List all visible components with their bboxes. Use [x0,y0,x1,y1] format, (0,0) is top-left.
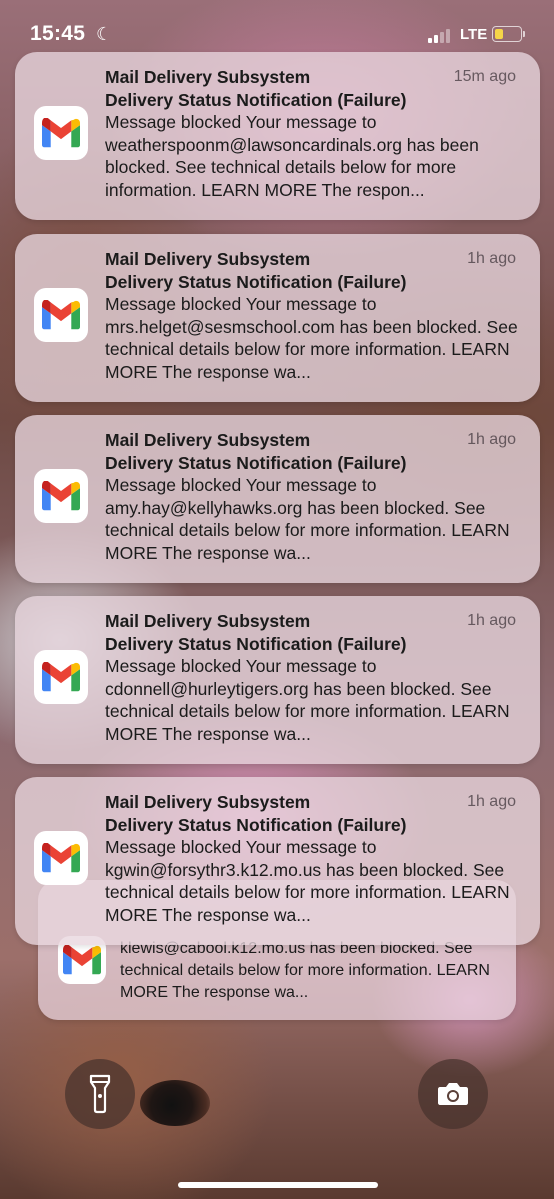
home-indicator[interactable] [178,1182,378,1188]
camera-icon [438,1083,468,1105]
notification-body: Message blocked Your message to weathers… [105,112,479,200]
notification-sender: Mail Delivery Subsystem [105,67,311,87]
notification-subject: Delivery Status Notification (Failure) [105,633,407,654]
network-type: LTE [460,26,488,43]
status-bar: 15:45 ☾ LTE [0,0,554,60]
moon-icon: ☾ [96,24,113,44]
notification-sender: Mail Delivery Subsystem [105,430,311,450]
notification-subject: Delivery Status Notification (Failure) [105,89,407,110]
gmail-icon [42,481,80,511]
flashlight-icon [89,1074,111,1114]
gmail-icon [42,118,80,148]
gmail-app-icon [34,831,88,885]
notification-card[interactable]: 15m ago Mail Delivery Subsystem Delivery… [15,52,540,220]
notification-body: Message blocked Your message to amy.hay@… [105,475,510,563]
notification-sender: Mail Delivery Subsystem [105,249,311,269]
wallpaper-photo-detail [140,1080,210,1126]
gmail-icon [42,843,80,873]
gmail-app-icon [34,469,88,523]
camera-button[interactable] [418,1059,488,1129]
notification-body: Message blocked Your message to mrs.helg… [105,294,518,382]
notification-subject: Delivery Status Notification (Failure) [105,452,407,473]
notification-body: Message blocked Your message to cdonnell… [105,656,510,744]
flashlight-button[interactable] [65,1059,135,1129]
notification-sender: Mail Delivery Subsystem [105,611,311,631]
notification-card[interactable]: 1h ago Mail Delivery Subsystem Delivery … [15,415,540,583]
notification-card[interactable]: 1h ago Mail Delivery Subsystem Delivery … [15,596,540,764]
cellular-signal-icon [428,29,454,43]
notification-card[interactable]: 1h ago Mail Delivery Subsystem Delivery … [15,234,540,402]
gmail-icon [42,662,80,692]
battery-icon [492,26,525,42]
notification-card[interactable]: 1h ago Mail Delivery Subsystem Delivery … [15,777,540,945]
gmail-app-icon [34,106,88,160]
notification-subject: Delivery Status Notification (Failure) [105,271,407,292]
status-time: 15:45 [30,22,86,45]
gmail-icon [63,945,101,975]
gmail-app-icon [34,650,88,704]
notification-body: klewis@cabool.k12.mo.us has been blocked… [120,940,490,1001]
battery-level [495,29,503,39]
notification-body: Message blocked Your message to kgwin@fo… [105,837,510,925]
notification-sender: Mail Delivery Subsystem [105,792,311,812]
gmail-icon [42,300,80,330]
gmail-app-icon [34,288,88,342]
notification-subject: Delivery Status Notification (Failure) [105,814,407,835]
